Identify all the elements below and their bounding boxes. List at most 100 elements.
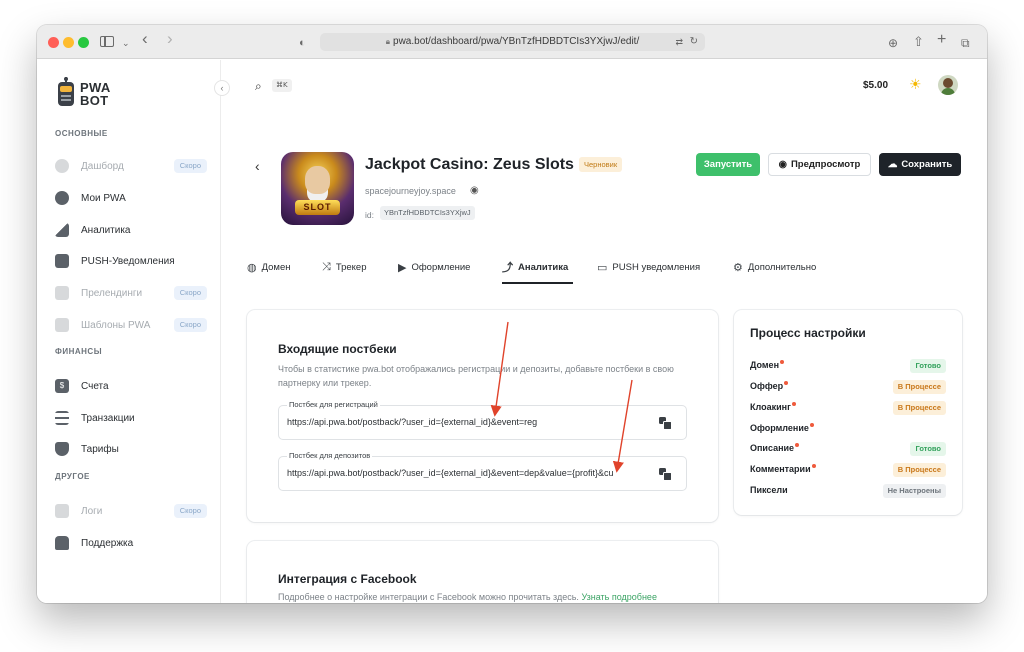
section-title-finance: ФИНАНСЫ — [55, 347, 103, 356]
sidebar-item-push[interactable]: PUSH-Уведомления — [55, 251, 207, 271]
logo-text-bot: BOT — [80, 93, 109, 108]
sidebar-item-invoices[interactable]: $ Счета — [55, 376, 207, 396]
tab-design[interactable]: ▶ Оформление — [398, 260, 470, 274]
soon-badge: Скоро — [173, 318, 207, 332]
shuffle-icon: ⤨ — [322, 260, 331, 273]
sidebar-item-label: Тарифы — [81, 443, 119, 455]
copy-icon[interactable] — [659, 417, 672, 430]
sidebar-item-label: Транзакции — [81, 412, 135, 424]
deposit-postback-label: Постбек для депозитов — [287, 451, 373, 460]
tab-label: Аналитика — [518, 261, 569, 273]
push-notification-icon — [55, 254, 69, 268]
save-button-label: Сохранить — [901, 159, 953, 170]
new-tab-icon[interactable]: + — [937, 31, 946, 49]
sidebar-item-templates[interactable]: Шаблоны PWA Скоро — [55, 315, 207, 335]
gear-icon: ⚙ — [733, 261, 743, 274]
tab-label: Оформление — [411, 261, 471, 273]
share-icon[interactable]: ⇧ — [913, 33, 924, 51]
close-window-button[interactable] — [48, 37, 59, 48]
chevron-down-icon[interactable]: ⌄ — [122, 34, 130, 52]
globe-icon — [55, 191, 69, 205]
eye-icon[interactable]: ◉ — [470, 185, 479, 196]
analytics-icon: ⤴ — [502, 262, 513, 274]
zoom-window-button[interactable] — [78, 37, 89, 48]
sidebar-toggle-icon[interactable] — [100, 36, 114, 47]
required-dot — [809, 423, 814, 427]
app-id: YBnTzfHDBDTCIs3YXjwJ — [380, 206, 475, 220]
chat-icon: ▭ — [597, 261, 608, 274]
learn-more-link[interactable]: Узнать подробнее — [581, 592, 657, 602]
sidebar-item-transactions[interactable]: Транзакции — [55, 408, 207, 428]
tab-label: PUSH уведомления — [612, 261, 701, 273]
invoice-icon: $ — [55, 379, 69, 393]
search-icon[interactable]: ⌕ — [255, 79, 262, 94]
tab-tracker[interactable]: ⤨ Трекер — [322, 260, 366, 274]
sidebar-item-label: Прелендинги — [81, 287, 143, 299]
active-tab-indicator — [502, 282, 573, 284]
required-dot — [795, 443, 800, 447]
facebook-card: Интеграция с Facebook Подробнее о настро… — [247, 541, 718, 603]
minimize-window-button[interactable] — [63, 37, 74, 48]
sidebar-item-dashboard[interactable]: Дашборд Скоро — [55, 156, 207, 176]
download-icon[interactable]: ⊕ — [888, 34, 898, 52]
soon-badge: Скоро — [173, 159, 207, 173]
browser-toolbar: ⌄ ‹ › ◐ 🔒︎ pwa.bot/dashboard/pwa/YBnTzfHD… — [37, 25, 987, 59]
sidebar-item-label: Дашборд — [81, 160, 124, 172]
sidebar-item-prelandings[interactable]: Прелендинги Скоро — [55, 283, 207, 303]
postbacks-card: Входящие постбеки Чтобы в статистике pwa… — [247, 310, 718, 522]
copy-icon[interactable] — [659, 468, 672, 481]
tab-label: Домен — [261, 261, 291, 273]
setup-process-card: Процесс настройки Домен Готово Оффер В П… — [734, 310, 962, 515]
back-button[interactable]: ‹ — [255, 158, 260, 174]
tab-overview-icon[interactable]: ⧉ — [961, 34, 970, 52]
status-badge: В Процессе — [892, 401, 946, 415]
main-content: ⌕ ⌘K $5.00 ☀ ‹ SLOT Jackpot Casino: Zeus… — [222, 60, 987, 603]
facebook-description: Подробнее о настройке интеграции с Faceb… — [278, 592, 579, 602]
tab-label: Дополнительно — [747, 261, 817, 273]
address-bar[interactable]: 🔒︎ pwa.bot/dashboard/pwa/YBnTzfHDBDTCIs3Y… — [320, 33, 705, 51]
sidebar-item-my-pwa[interactable]: Мои PWA — [55, 188, 207, 208]
launch-button[interactable]: Запустить — [696, 153, 760, 176]
support-icon — [55, 536, 69, 550]
tab-analytics[interactable]: ⤴ Аналитика — [502, 260, 569, 275]
id-label: id: — [365, 210, 374, 220]
preview-button-label: Предпросмотр — [790, 159, 861, 170]
avatar[interactable] — [938, 75, 958, 95]
collapse-sidebar-button[interactable]: ‹ — [214, 80, 230, 96]
sun-icon[interactable]: ☀ — [909, 77, 922, 91]
postbacks-description: Чтобы в статистике pwa.bot отображались … — [278, 364, 674, 388]
sidebar-item-tariffs[interactable]: Тарифы — [55, 439, 207, 459]
setup-process-title: Процесс настройки — [750, 326, 866, 340]
balance[interactable]: $5.00 — [863, 80, 888, 91]
sidebar-item-logs[interactable]: Логи Скоро — [55, 501, 207, 521]
deposit-postback-input[interactable] — [287, 468, 642, 478]
tab-advanced[interactable]: ⚙ Дополнительно — [733, 260, 816, 274]
tab-push[interactable]: ▭ PUSH уведомления — [597, 260, 700, 274]
process-row-description: Описание Готово — [750, 442, 946, 456]
process-row-pixels: Пиксели Не Настроены — [750, 484, 946, 498]
reload-icon[interactable]: ↻ — [690, 33, 698, 51]
required-dot — [784, 381, 789, 385]
process-step-name: Клоакинг — [750, 402, 791, 412]
section-title-other: ДРУГОЕ — [55, 472, 90, 481]
soon-badge: Скоро — [173, 286, 207, 300]
logs-icon — [55, 504, 69, 518]
process-row-comments: Комментарии В Процессе — [750, 463, 946, 477]
preview-button[interactable]: ◉ Предпросмотр — [768, 153, 871, 176]
privacy-shield-icon[interactable]: ◐ — [299, 34, 306, 52]
process-step-name: Оформление — [750, 423, 809, 433]
tab-domain[interactable]: ◍ Домен — [247, 260, 291, 274]
translate-icon[interactable]: ⇄ — [675, 33, 683, 51]
save-button[interactable]: ☁ Сохранить — [879, 153, 961, 176]
sidebar-item-support[interactable]: Поддержка — [55, 533, 207, 553]
registration-postback-input[interactable] — [287, 417, 642, 427]
template-icon — [55, 318, 69, 332]
transactions-icon — [55, 411, 69, 425]
required-dot — [780, 360, 784, 364]
sidebar-item-analytics[interactable]: Аналитика — [55, 220, 207, 240]
process-row-cloaking: Клоакинг В Процессе — [750, 401, 946, 415]
robot-logo-icon — [58, 77, 74, 106]
forward-icon[interactable]: › — [167, 30, 173, 48]
back-icon[interactable]: ‹ — [142, 30, 148, 48]
deposit-postback-field: Постбек для депозитов — [278, 451, 687, 491]
